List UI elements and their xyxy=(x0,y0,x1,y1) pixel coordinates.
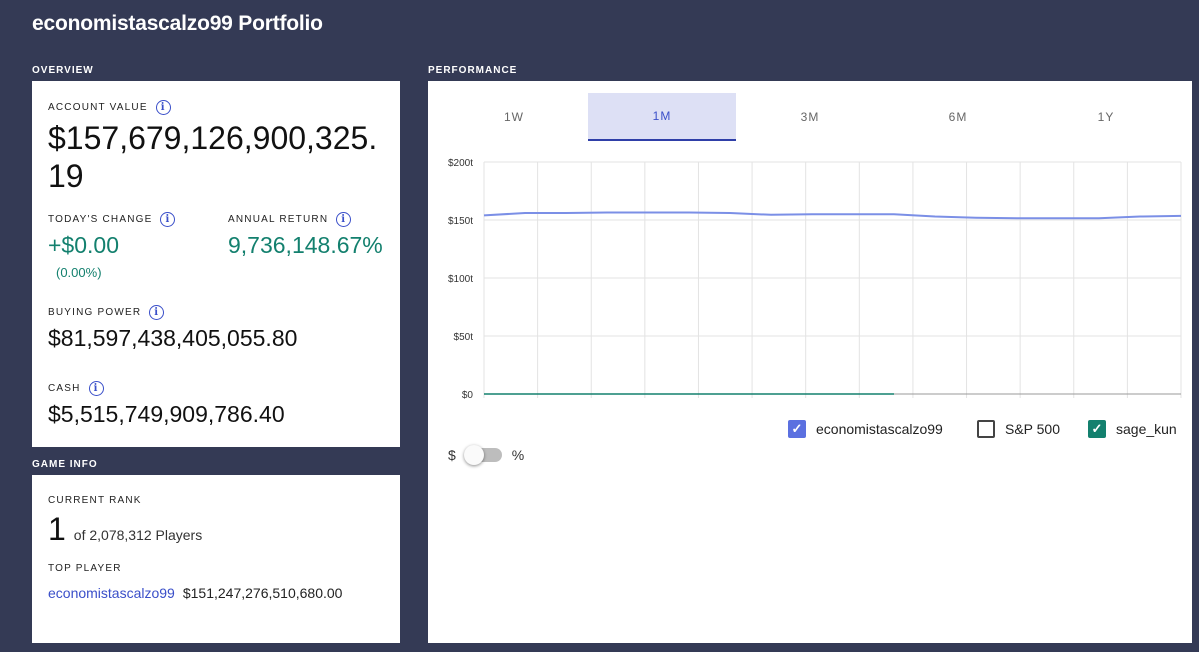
rank-suffix: of 2,078,312 Players xyxy=(73,527,203,543)
legend-label: economistascalzo99 xyxy=(816,421,943,437)
top-player-row: economistascalzo99 $151,247,276,510,680.… xyxy=(48,585,342,601)
info-icon[interactable]: i xyxy=(155,100,171,115)
top-player-label: TOP PLAYER xyxy=(48,563,122,574)
checkbox-unchecked-icon[interactable] xyxy=(977,420,995,438)
todays-change-label-row: TODAY'S CHANGE i xyxy=(48,212,176,227)
annual-return-label-row: ANNUAL RETURN i xyxy=(228,212,352,227)
y-tick-label: $150t xyxy=(448,216,473,227)
legend-sage-kun[interactable]: ✓ sage_kun xyxy=(1088,420,1177,438)
checkbox-checked-icon[interactable]: ✓ xyxy=(1088,420,1106,438)
series-line-economistascalzo99 xyxy=(483,211,1182,220)
todays-change-percent: (0.00%) xyxy=(56,265,102,280)
annual-return-value: 9,736,148.67% xyxy=(228,232,383,258)
buying-power-label-row: BUYING POWER i xyxy=(48,305,165,320)
todays-change-value: +$0.00 xyxy=(48,232,119,258)
tab-3m[interactable]: 3M xyxy=(736,93,884,141)
current-rank-label: CURRENT RANK xyxy=(48,495,142,506)
cash-value: $5,515,749,909,786.40 xyxy=(48,401,285,427)
top-player-link[interactable]: economistascalzo99 xyxy=(48,585,175,601)
y-tick-label: $200t xyxy=(448,158,473,169)
overview-card: ACCOUNT VALUE i $157,679,126,900,325.19 … xyxy=(32,81,400,447)
info-icon[interactable]: i xyxy=(149,305,165,320)
time-range-tabs: 1W 1M 3M 6M 1Y xyxy=(440,93,1180,141)
y-tick-label: $0 xyxy=(462,390,474,401)
tab-1w[interactable]: 1W xyxy=(440,93,588,141)
cash-label-row: CASH i xyxy=(48,381,104,396)
toggle-track[interactable] xyxy=(463,445,502,465)
legend-sp500[interactable]: S&P 500 xyxy=(977,420,1060,438)
annual-return-label: ANNUAL RETURN xyxy=(228,214,329,225)
rank-value: 1 xyxy=(48,511,66,547)
checkbox-checked-icon[interactable]: ✓ xyxy=(788,420,806,438)
info-icon[interactable]: i xyxy=(336,212,352,227)
y-tick-label: $100t xyxy=(448,274,473,285)
tab-1m[interactable]: 1M xyxy=(588,93,736,141)
game-info-card: CURRENT RANK 1 of 2,078,312 Players TOP … xyxy=(32,475,400,643)
account-value-label-row: ACCOUNT VALUE i xyxy=(48,100,171,115)
tab-6m[interactable]: 6M xyxy=(884,93,1032,141)
account-value: $157,679,126,900,325.19 xyxy=(48,120,378,194)
todays-change-label: TODAY'S CHANGE xyxy=(48,214,153,225)
dollar-percent-toggle[interactable]: $ % xyxy=(448,445,525,465)
toggle-thumb[interactable] xyxy=(463,445,484,465)
top-player-value: $151,247,276,510,680.00 xyxy=(182,585,343,601)
game-info-section-label: GAME INFO xyxy=(32,459,98,470)
cash-label: CASH xyxy=(48,383,81,394)
toggle-right-label: % xyxy=(511,447,525,463)
performance-section-label: PERFORMANCE xyxy=(428,65,518,76)
y-tick-label: $50t xyxy=(454,332,474,343)
legend-label: S&P 500 xyxy=(1005,421,1061,437)
buying-power-label: BUYING POWER xyxy=(48,307,142,318)
tab-1y[interactable]: 1Y xyxy=(1032,93,1180,141)
buying-power-value: $81,597,438,405,055.80 xyxy=(48,325,298,351)
info-icon[interactable]: i xyxy=(88,381,104,396)
overview-section-label: OVERVIEW xyxy=(32,65,94,76)
performance-chart: $200t $150t $100t $50t $0 xyxy=(448,158,1182,401)
page-title: economistascalzo99 Portfolio xyxy=(32,12,323,35)
legend-economistascalzo99[interactable]: ✓ economistascalzo99 xyxy=(788,420,943,438)
account-value-label: ACCOUNT VALUE xyxy=(48,102,148,113)
rank-row: 1 of 2,078,312 Players xyxy=(48,511,202,548)
toggle-left-label: $ xyxy=(448,447,456,463)
info-icon[interactable]: i xyxy=(160,212,176,227)
legend-label: sage_kun xyxy=(1116,421,1177,437)
